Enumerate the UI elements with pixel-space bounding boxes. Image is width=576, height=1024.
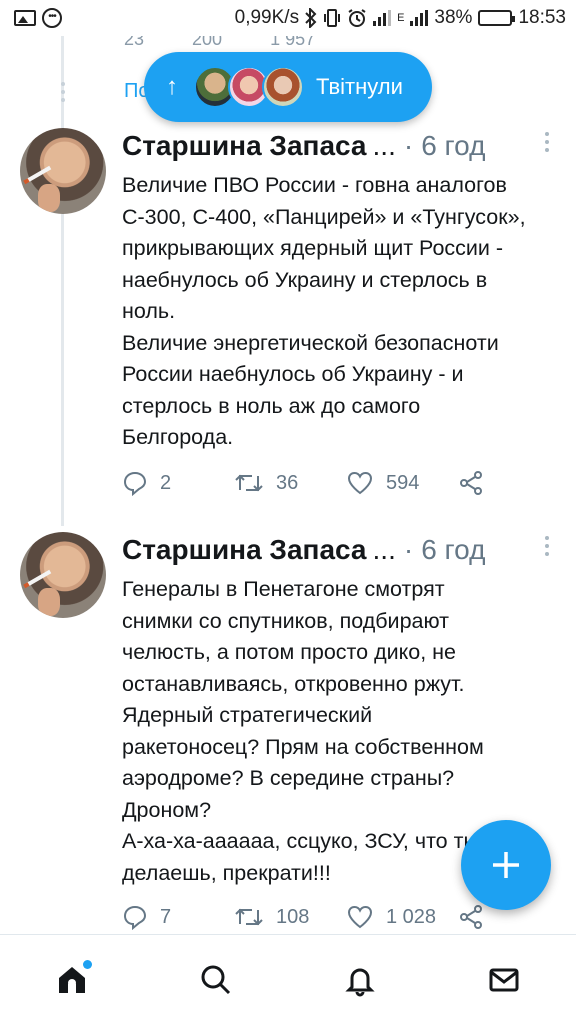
thread-gap-dots: [59, 82, 66, 106]
heart-icon: [347, 905, 373, 929]
alarm-icon: [348, 9, 366, 27]
tweet-line: прикрывающих ядерный щит России -: [122, 236, 504, 260]
bottom-nav: [0, 934, 576, 1024]
status-bar: ••• 0,99K/s E 38% 18:53: [0, 0, 576, 36]
retweet-button[interactable]: 108: [234, 904, 346, 930]
share-icon: [460, 471, 482, 495]
nav-search[interactable]: [186, 950, 246, 1010]
tweet-actions: 2 36 594: [122, 466, 562, 500]
tweet-line: снимки со спутников, подбирают: [122, 608, 449, 633]
notifications-icon: [345, 968, 375, 996]
tweet-line: наебнулось об Украину и стерлось в: [122, 267, 488, 292]
pill-avatars: [194, 66, 304, 108]
like-count: 1 028: [386, 905, 437, 928]
battery-percent: 38%: [434, 7, 473, 28]
tweet-line: России наебнулось об Украину - и: [122, 362, 464, 386]
retweet-button[interactable]: 36: [234, 470, 346, 496]
network-type: E: [397, 12, 405, 24]
tweet-text: Величие ПВО России - говна аналогов С-30…: [122, 170, 562, 454]
avatar[interactable]: [20, 532, 106, 618]
separator: ·: [403, 130, 414, 161]
author-handle: ...: [372, 130, 396, 161]
retweet-icon: [235, 908, 263, 926]
compose-plus-icon: [493, 852, 519, 878]
tweet-line: останавливаясь, откровенно ржут.: [122, 671, 465, 696]
pill-label: Твітнули: [316, 74, 403, 99]
nav-home[interactable]: [42, 950, 102, 1010]
reply-icon: [123, 471, 147, 496]
reply-button[interactable]: 2: [122, 470, 234, 496]
tweet-time: 6 год: [421, 534, 486, 565]
status-bar-right: 0,99K/s E 38% 18:53: [235, 7, 566, 29]
more-options-icon[interactable]: [542, 536, 552, 560]
arrow-up-icon: ↑: [166, 73, 178, 100]
author-handle: ...: [372, 534, 396, 565]
tweet-header: Старшина Запаса ... · 6 год: [122, 126, 552, 166]
retweet-count: 108: [276, 905, 310, 928]
like-count: 594: [386, 471, 420, 494]
tweet-line: Генералы в Пенетагоне смотрят: [122, 577, 445, 601]
network-speed: 0,99K/s: [234, 7, 300, 28]
battery-icon: [478, 10, 516, 26]
tweet-line: ракетоносец? Прям на собственном: [122, 734, 484, 759]
more-circle-icon: •••: [42, 8, 62, 28]
reply-icon: [123, 905, 147, 930]
retweet-count: 36: [276, 471, 299, 494]
previous-retweet-count: 200: [192, 34, 223, 49]
reply-count: 2: [160, 471, 172, 494]
tweet[interactable]: Старшина Запаса ... · 6 год Величие ПВО …: [0, 126, 576, 516]
tweet-line: Ядерный стратегический: [122, 703, 373, 727]
share-button[interactable]: [458, 470, 496, 496]
previous-reply-count: 23: [124, 34, 145, 49]
new-tweets-pill[interactable]: ↑ Твітнули: [144, 52, 432, 122]
tweet-line: стерлось в ноль аж до самого: [122, 393, 421, 418]
tweet-line: Величие ПВО России - говна аналогов: [122, 173, 507, 197]
share-icon: [460, 905, 482, 929]
reply-count: 7: [160, 905, 172, 928]
tweet-line: Белгорода.: [122, 425, 234, 449]
signal-icon-2: [410, 10, 429, 26]
separator: ·: [403, 534, 414, 565]
search-icon: [201, 965, 231, 994]
reply-button[interactable]: 7: [122, 904, 234, 930]
clock: 18:53: [518, 7, 566, 28]
like-button[interactable]: 594: [346, 470, 458, 496]
tweet-line: ноль.: [122, 299, 176, 323]
tweet-time: 6 год: [421, 130, 486, 161]
retweet-icon: [235, 474, 263, 492]
status-bar-left: •••: [14, 8, 62, 28]
tweet-line: челюсть, а потом просто дико, не: [122, 640, 457, 664]
author-name[interactable]: Старшина Запаса: [122, 130, 367, 162]
tweet-line: аэродроме? В середине страны?: [122, 766, 455, 790]
tweet-line: С-300, С-400, «Панцирей» и «Тунгусок»,: [122, 204, 526, 229]
messages-icon: [489, 968, 519, 991]
nav-messages[interactable]: [474, 950, 534, 1010]
more-options-icon[interactable]: [542, 132, 552, 156]
like-button[interactable]: 1 028: [346, 904, 458, 930]
nav-notifications[interactable]: [330, 950, 390, 1010]
avatar: [262, 66, 304, 108]
share-button[interactable]: [458, 904, 496, 930]
vibrate-icon: [324, 9, 341, 27]
author-name[interactable]: Старшина Запаса: [122, 534, 367, 566]
heart-icon: [347, 471, 373, 495]
avatar[interactable]: [20, 128, 106, 214]
compose-tweet-button[interactable]: [461, 820, 551, 910]
notification-dot: [83, 959, 92, 969]
signal-icon: [373, 10, 392, 26]
bluetooth-icon: [305, 8, 317, 28]
previous-like-count: 1 957: [270, 34, 316, 49]
image-icon: [14, 10, 36, 26]
tweet-header: Старшина Запаса ... · 6 год: [122, 530, 552, 570]
tweet-line: Величие энергетической безопасноти: [122, 330, 499, 355]
